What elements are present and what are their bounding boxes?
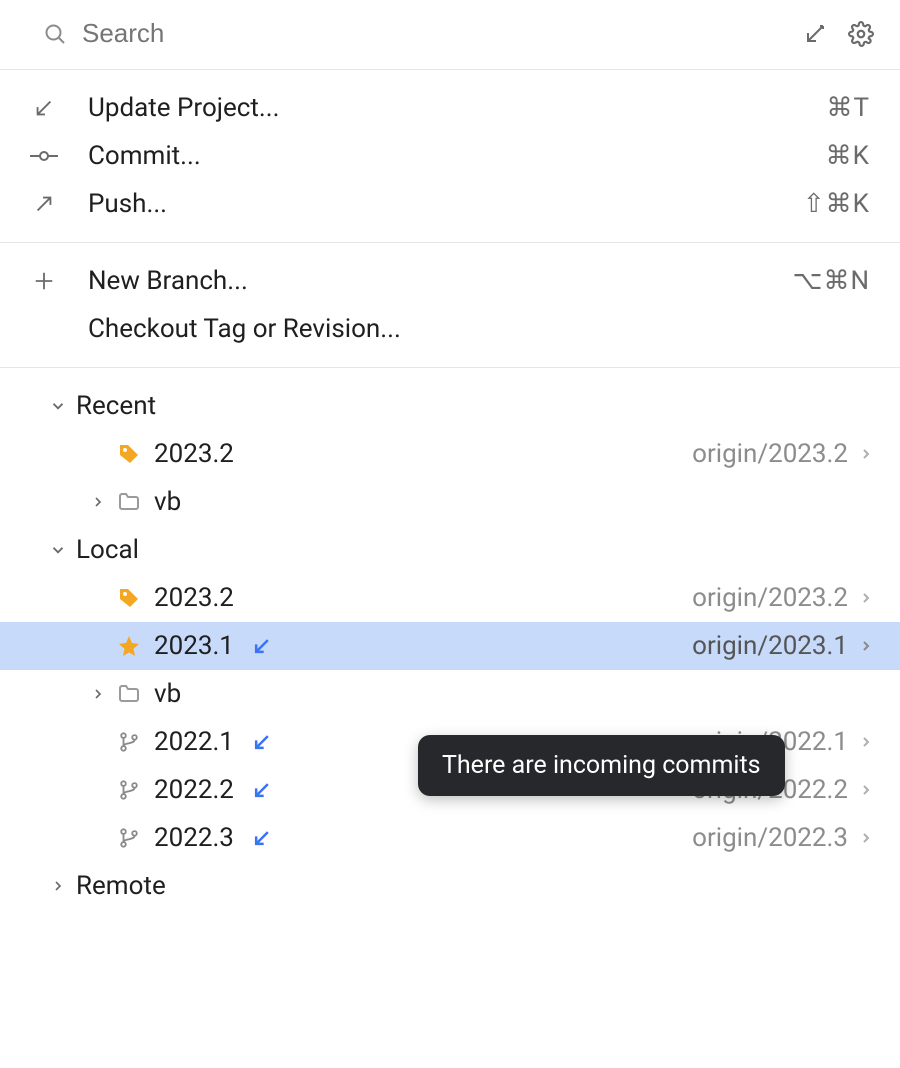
branch-actions: New Branch... ⌥⌘N Checkout Tag or Revisi…: [0, 243, 900, 368]
branch-name: 2023.2: [154, 439, 234, 469]
tooltip-text: There are incoming commits: [442, 751, 761, 780]
branch-item-local-2023.1[interactable]: 2023.1 origin/2023.1: [0, 622, 900, 670]
chevron-right-icon: [84, 494, 112, 510]
action-shortcut: ⌥⌘N: [792, 266, 870, 296]
update-project-action[interactable]: Update Project... ⌘T: [0, 84, 900, 132]
folder-name: vb: [154, 679, 181, 709]
branches-popup: Update Project... ⌘T Commit... ⌘K Push..…: [0, 0, 900, 1068]
search-field[interactable]: [42, 18, 788, 49]
tracking-branch: origin/2023.1: [692, 631, 848, 661]
tree-group-recent[interactable]: Recent: [0, 382, 900, 430]
action-shortcut: ⌘T: [826, 93, 870, 123]
action-label: Checkout Tag or Revision...: [88, 314, 870, 344]
group-label: Local: [76, 535, 139, 565]
branch-icon: [116, 777, 142, 803]
chevron-right-icon: [858, 590, 874, 606]
fetch-icon[interactable]: [802, 21, 828, 47]
tag-icon: [116, 441, 142, 467]
tree-group-local[interactable]: Local: [0, 526, 900, 574]
incoming-commits-icon: [252, 828, 272, 848]
branch-name: 2023.2: [154, 583, 234, 613]
branch-name: 2022.1: [154, 727, 234, 757]
incoming-commits-icon: [252, 636, 272, 656]
checkout-tag-action[interactable]: Checkout Tag or Revision...: [0, 305, 900, 353]
incoming-commits-icon: [252, 780, 272, 800]
header: [0, 0, 900, 70]
action-shortcut: ⌘K: [826, 141, 870, 171]
chevron-right-icon: [858, 734, 874, 750]
star-icon: [116, 633, 142, 659]
search-icon: [42, 21, 68, 47]
tree-group-remote[interactable]: Remote: [0, 862, 900, 910]
push-icon: [0, 193, 88, 215]
incoming-commits-tooltip: There are incoming commits: [418, 735, 785, 796]
commit-icon: [0, 145, 88, 167]
push-action[interactable]: Push... ⇧⌘K: [0, 180, 900, 228]
chevron-right-icon: [44, 878, 72, 894]
chevron-right-icon: [858, 782, 874, 798]
search-input[interactable]: [82, 18, 788, 49]
action-label: Push...: [88, 189, 803, 219]
chevron-right-icon: [858, 638, 874, 654]
branch-name: 2022.3: [154, 823, 234, 853]
branch-name: 2022.2: [154, 775, 234, 805]
branch-name: 2023.1: [154, 631, 234, 661]
chevron-right-icon: [858, 446, 874, 462]
tracking-branch: origin/2022.3: [692, 823, 848, 853]
action-label: New Branch...: [88, 266, 792, 296]
action-label: Commit...: [88, 141, 826, 171]
folder-item-recent-vb[interactable]: vb: [0, 478, 900, 526]
folder-item-local-vb[interactable]: vb: [0, 670, 900, 718]
branch-item-recent-2023.2[interactable]: 2023.2 origin/2023.2: [0, 430, 900, 478]
chevron-down-icon: [44, 541, 72, 559]
branch-item-local-2023.2[interactable]: 2023.2 origin/2023.2: [0, 574, 900, 622]
folder-icon: [116, 489, 142, 515]
branch-item-local-2022.3[interactable]: 2022.3 origin/2022.3: [0, 814, 900, 862]
header-actions: [802, 21, 874, 47]
folder-name: vb: [154, 487, 181, 517]
commit-action[interactable]: Commit... ⌘K: [0, 132, 900, 180]
group-label: Recent: [76, 391, 156, 421]
chevron-right-icon: [84, 686, 112, 702]
group-label: Remote: [76, 871, 166, 901]
branch-icon: [116, 825, 142, 851]
tracking-branch: origin/2023.2: [692, 583, 848, 613]
plus-icon: [0, 270, 88, 292]
chevron-right-icon: [858, 830, 874, 846]
update-icon: [0, 97, 88, 119]
tracking-branch: origin/2023.2: [692, 439, 848, 469]
tag-icon: [116, 585, 142, 611]
top-actions: Update Project... ⌘T Commit... ⌘K Push..…: [0, 70, 900, 243]
branches-tree: Recent 2023.2 origin/2023.2 vb: [0, 368, 900, 950]
action-shortcut: ⇧⌘K: [803, 189, 870, 219]
chevron-down-icon: [44, 397, 72, 415]
incoming-commits-icon: [252, 732, 272, 752]
branch-icon: [116, 729, 142, 755]
new-branch-action[interactable]: New Branch... ⌥⌘N: [0, 257, 900, 305]
action-label: Update Project...: [88, 93, 826, 123]
gear-icon[interactable]: [848, 21, 874, 47]
folder-icon: [116, 681, 142, 707]
